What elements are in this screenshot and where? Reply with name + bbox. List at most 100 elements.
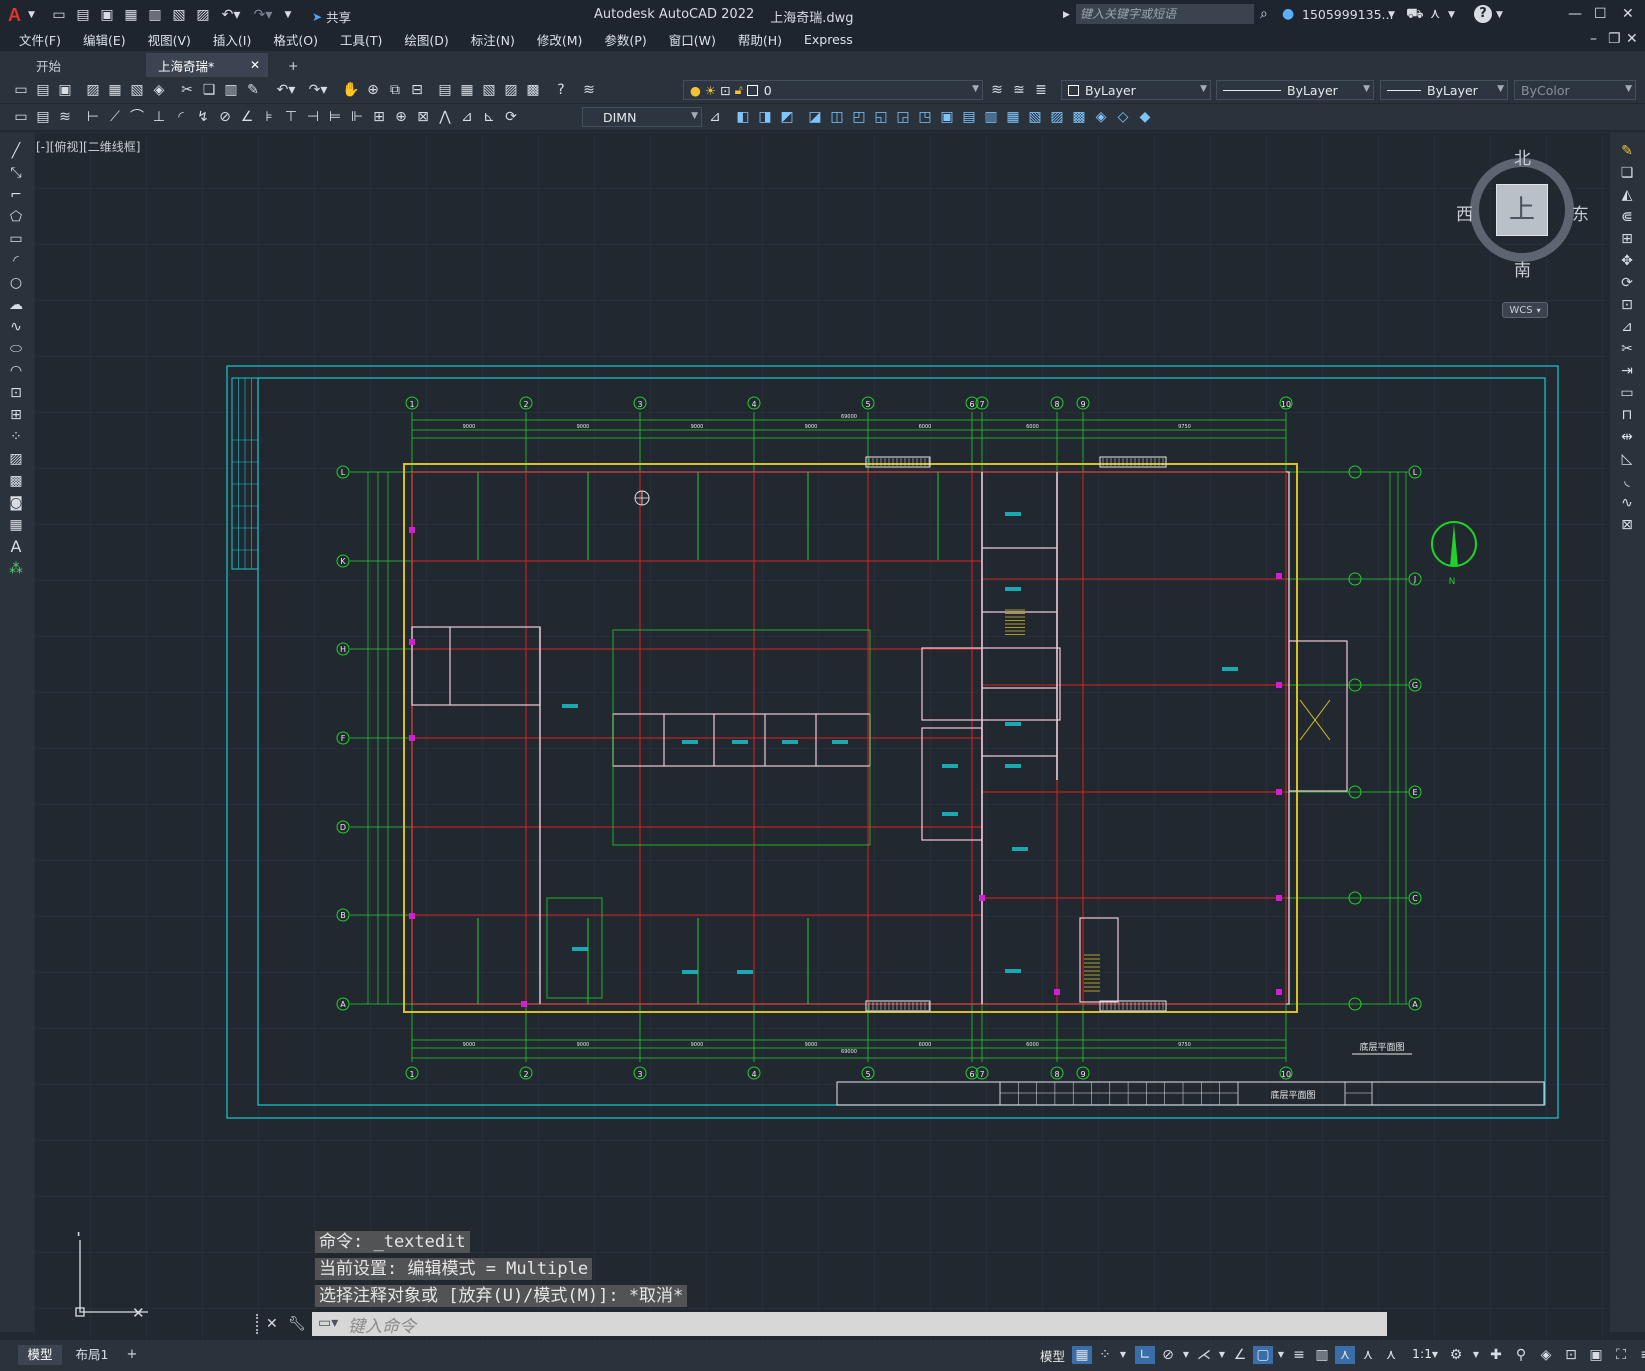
dim-style-manager-icon[interactable]: ⊿ [706,108,724,126]
compass-south[interactable]: 南 [1514,256,1531,281]
make-current-layer-icon[interactable]: ≋ [988,81,1006,99]
line-icon[interactable]: ╱ [6,142,26,160]
ordinate-dim-icon[interactable]: ⊥ [150,108,168,126]
maximize-button[interactable]: ☐ [1594,5,1607,23]
extrude-faces-icon[interactable]: ◪ [806,108,824,126]
stretch-icon[interactable]: ⊿ [1617,318,1637,336]
layer-match-icon[interactable]: ▭ [12,108,30,126]
paste-icon[interactable]: ▥ [222,81,240,99]
color-edges-icon[interactable]: ▦ [1004,108,1022,126]
menu-tools[interactable]: 工具(T) [329,30,393,49]
isodraft-dropdown-icon[interactable]: ▼ [1217,1346,1227,1364]
offset-faces-icon[interactable]: ◰ [850,108,868,126]
ellipse-arc-icon[interactable]: ◠ [6,362,26,380]
trim-icon[interactable]: ✂ [1617,340,1637,358]
point-icon[interactable]: ⁘ [6,428,26,446]
rotate-icon[interactable]: ⟳ [1617,274,1637,292]
design-center-icon[interactable]: ▦ [458,81,476,99]
calculator-icon[interactable]: ▩ [524,81,542,99]
layout-tab-layout1[interactable]: 布局1 [68,1345,116,1365]
save-toolbar-icon[interactable]: ▣ [56,81,74,99]
subtract-icon[interactable]: ◨ [756,108,774,126]
move-faces-icon[interactable]: ◫ [828,108,846,126]
erase-icon[interactable]: ✎ [1617,142,1637,160]
tab-active-drawing[interactable]: 上海奇瑞* ✕ [146,53,268,77]
radius-dim-icon[interactable]: ◜ [172,108,190,126]
search-expand-icon[interactable]: ▶ [1063,6,1070,24]
chamfer-icon[interactable]: ◺ [1617,450,1637,468]
tolerance-icon[interactable]: ⊞ [370,108,388,126]
graphics-performance-icon[interactable]: ▣ [1586,1346,1606,1364]
redo-toolbar-icon[interactable]: ↷▾ [304,81,332,99]
color-faces-icon[interactable]: ▤ [960,108,978,126]
doc-restore-button[interactable]: ❐ [1608,30,1621,48]
linear-dim-icon[interactable]: ⊢ [84,108,102,126]
inspect-icon[interactable]: ⊠ [414,108,432,126]
dim-space-icon[interactable]: ⊨ [326,108,344,126]
command-customize-icon[interactable]: 🔧︎ [288,1315,306,1333]
doc-minimize-button[interactable]: – [1590,30,1597,48]
add-selected-icon[interactable]: ⁂ [6,560,26,578]
aligned-dim-icon[interactable]: ⟋ [106,108,124,126]
wcs-menu-button[interactable]: WCS ▾ [1502,302,1548,318]
menu-format[interactable]: 格式(O) [262,30,329,49]
ellipse-icon[interactable]: ⬭ [6,340,26,358]
construction-line-icon[interactable]: ⤡ [6,164,26,182]
menu-dimension[interactable]: 标注(N) [460,30,526,49]
break-at-point-icon[interactable]: ▭ [1617,384,1637,402]
command-line-handle[interactable] [256,1314,262,1334]
taper-faces-icon[interactable]: ◳ [916,108,934,126]
color-dropdown[interactable]: ByLayer ▼ [1061,80,1211,100]
app-logo-icon[interactable]: A [8,5,28,25]
help-icon[interactable]: ? [1474,5,1492,23]
new-file-icon[interactable]: ▭ [50,6,68,24]
menu-edit[interactable]: 编辑(E) [72,30,137,49]
viewcube-face-top[interactable]: 上 [1496,184,1548,236]
menu-file[interactable]: 文件(F) [8,30,72,49]
search-input[interactable]: 键入关键字或短语 [1076,4,1254,24]
workspace-dropdown-icon[interactable]: ▼ [1471,1346,1481,1364]
help-dropdown-icon[interactable]: ▼ [1496,6,1503,24]
jogged-linear-icon[interactable]: ⋀ [436,108,454,126]
quick-dim-icon[interactable]: ⊧ [260,108,278,126]
layer-walk-icon[interactable]: ≋ [56,108,74,126]
mtext-icon[interactable]: A [6,538,26,556]
publish-icon[interactable]: ▧ [128,81,146,99]
revcloud-icon[interactable]: ☁ [6,296,26,314]
union-icon[interactable]: ◧ [734,108,752,126]
scale-icon[interactable]: ⊡ [1617,296,1637,314]
new-tab-button[interactable]: + [276,53,304,77]
separate-icon[interactable]: ▩ [1070,108,1088,126]
menu-modify[interactable]: 修改(M) [526,30,594,49]
transparency-icon[interactable]: ▥ [1312,1346,1332,1364]
object-snap-icon[interactable]: ▢ [1253,1346,1273,1364]
continue-dim-icon[interactable]: ⊣ [304,108,322,126]
save-icon[interactable]: ▣ [98,6,116,24]
make-block-icon[interactable]: ⊞ [6,406,26,424]
object-snap-tracking-icon[interactable]: ∠ [1230,1346,1250,1364]
clean-icon[interactable]: ▨ [1048,108,1066,126]
print-icon[interactable]: ▨ [84,81,102,99]
snap-dropdown-icon[interactable]: ▼ [1118,1346,1128,1364]
annotation-monitor-icon[interactable]: ✚ [1486,1346,1506,1364]
dim-break-icon[interactable]: ⊩ [348,108,366,126]
fillet-icon[interactable]: ◟ [1617,472,1637,490]
viewcube[interactable]: 上 北 南 西 东 [1456,149,1589,281]
linetype-dropdown[interactable]: ByLayer ▼ [1216,80,1374,100]
doc-close-button[interactable]: ✕ [1626,30,1638,48]
insert-block-icon[interactable]: ⊡ [6,384,26,402]
layer-previous-icon[interactable]: ≊ [1010,81,1028,99]
copy-faces-icon[interactable]: ▣ [938,108,956,126]
osnap-dropdown-icon[interactable]: ▼ [1276,1346,1286,1364]
minimize-button[interactable]: — [1568,5,1582,23]
print-preview-icon[interactable]: ▦ [106,81,124,99]
redo-icon[interactable]: ↷▾ [250,6,276,24]
delete-faces-icon[interactable]: ◱ [872,108,890,126]
autodesk-app-icon[interactable]: ⋏ [1430,5,1440,23]
polygon-icon[interactable]: ⬠ [6,208,26,226]
customize-qat-icon[interactable]: ▼ [282,6,294,24]
baseline-dim-icon[interactable]: ⊤ [282,108,300,126]
isolate-objects-icon[interactable]: ⊡ [1561,1346,1581,1364]
shell-icon[interactable]: ◈ [1092,108,1110,126]
compass-north[interactable]: 北 [1514,144,1531,169]
